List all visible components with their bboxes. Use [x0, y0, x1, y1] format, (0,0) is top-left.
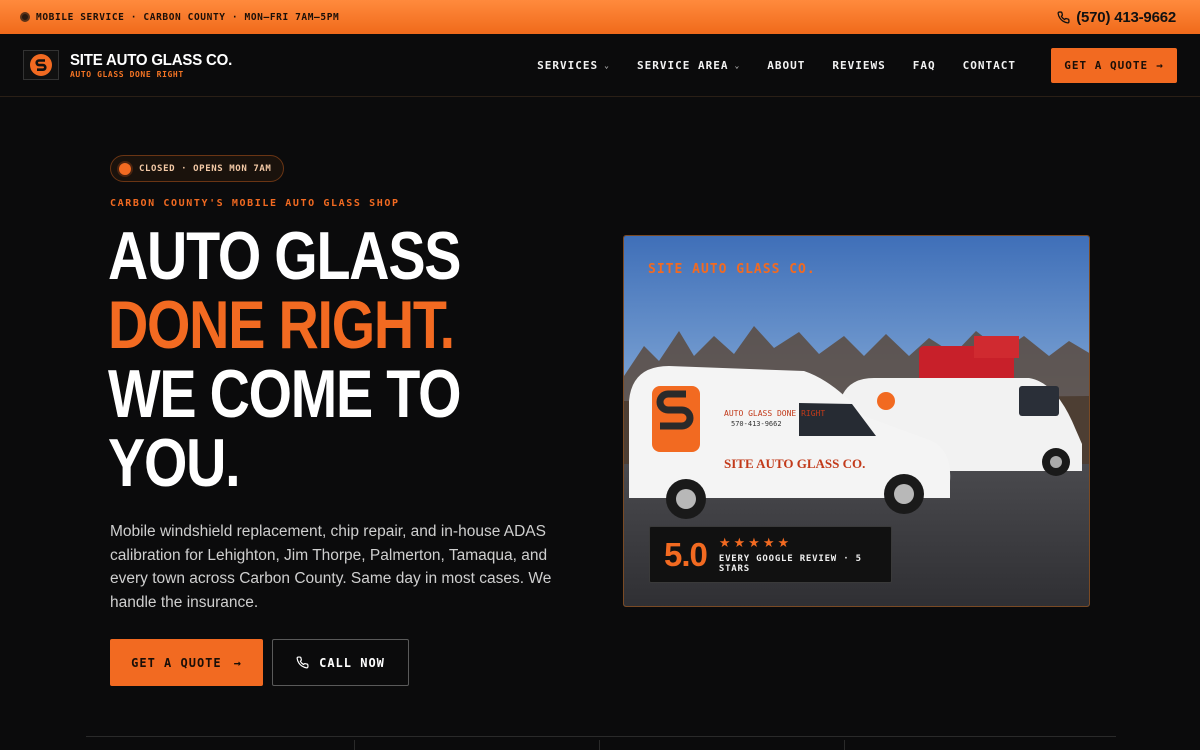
google-rating-card: 5.0 ★★★★★ EVERY GOOGLE REVIEW · 5 STARS: [649, 526, 892, 583]
headline-line-1: AUTO GLASS: [108, 218, 461, 294]
nav-get-quote-button[interactable]: GET A QUOTE →: [1051, 47, 1177, 83]
nav-item-services[interactable]: SERVICES ⌄: [537, 59, 610, 72]
van-panel-text: AUTO GLASS DONE RIGHT: [724, 409, 825, 418]
headline-line-3: WE COME TO YOU.: [108, 356, 461, 501]
stat-divider: [354, 740, 355, 750]
five-stars-icon: ★★★★★: [718, 535, 793, 550]
photo-overlay-label: SITE AUTO GLASS CO.: [648, 262, 816, 277]
nav-item-label: REVIEWS: [832, 58, 886, 72]
hero-eyebrow: CARBON COUNTY'S MOBILE AUTO GLASS SHOP: [110, 198, 400, 209]
rating-details: ★★★★★ EVERY GOOGLE REVIEW · 5 STARS: [719, 535, 877, 574]
van-brand-text: SITE AUTO GLASS CO.: [724, 456, 865, 471]
arrow-right-icon: →: [233, 655, 242, 670]
nav-item-faq[interactable]: FAQ: [913, 59, 936, 72]
call-now-button[interactable]: CALL NOW: [272, 639, 409, 686]
service-notice-text: MOBILE SERVICE · CARBON COUNTY · MON–FRI…: [36, 11, 340, 23]
nav-item-label: SERVICES: [537, 58, 599, 72]
call-now-label: CALL NOW: [319, 655, 385, 670]
service-notice: MOBILE SERVICE · CARBON COUNTY · MON–FRI…: [20, 12, 339, 23]
get-quote-label: GET A QUOTE: [131, 655, 222, 670]
section-divider: [86, 736, 1116, 737]
status-text: CLOSED · OPENS MON 7AM: [139, 163, 272, 174]
main-navigation: SITE AUTO GLASS CO. AUTO GLASS DONE RIGH…: [0, 34, 1200, 97]
rating-score: 5.0: [664, 535, 708, 573]
brand-block[interactable]: SITE AUTO GLASS CO. AUTO GLASS DONE RIGH…: [70, 51, 233, 79]
van-phone-text: 570-413-9662: [731, 420, 782, 428]
stat-divider: [844, 740, 845, 750]
topbar-phone-number: (570) 413-9662: [1076, 8, 1176, 26]
status-dot-icon: [20, 12, 30, 22]
headline-line-2: DONE RIGHT.: [108, 287, 455, 363]
nav-cta-label: GET A QUOTE: [1064, 58, 1149, 72]
nav-links: SERVICES ⌄ SERVICE AREA ⌄ ABOUT REVIEWS …: [537, 59, 1016, 72]
hero-description: Mobile windshield replacement, chip repa…: [110, 523, 552, 611]
nav-item-label: CONTACT: [962, 58, 1016, 72]
brand-name: SITE AUTO GLASS CO.: [70, 51, 233, 69]
phone-icon: [296, 656, 309, 669]
status-indicator-icon: [119, 162, 131, 175]
rating-caption: EVERY GOOGLE REVIEW · 5 STARS: [718, 554, 862, 574]
hero-headline: AUTO GLASS DONE RIGHT. WE COME TO YOU.: [108, 222, 493, 498]
nav-item-service-area[interactable]: SERVICE AREA ⌄: [637, 59, 740, 72]
nav-item-label: FAQ: [912, 58, 936, 72]
nav-item-label: SERVICE AREA: [636, 58, 729, 72]
phone-icon: [1057, 10, 1070, 24]
nav-item-contact[interactable]: CONTACT: [963, 59, 1016, 72]
nav-item-about[interactable]: ABOUT: [767, 59, 805, 72]
get-quote-button[interactable]: GET A QUOTE →: [110, 639, 263, 686]
chevron-down-icon: ⌄: [604, 60, 610, 70]
nav-item-label: ABOUT: [767, 58, 806, 72]
stat-divider: [599, 740, 600, 750]
brand-tagline: AUTO GLASS DONE RIGHT: [70, 69, 184, 79]
announcement-bar: MOBILE SERVICE · CARBON COUNTY · MON–FRI…: [0, 0, 1200, 34]
open-status-badge: CLOSED · OPENS MON 7AM: [110, 155, 285, 182]
nav-item-reviews[interactable]: REVIEWS: [832, 59, 885, 72]
topbar-phone-link[interactable]: (570) 413-9662: [1057, 9, 1176, 26]
chevron-down-icon: ⌄: [734, 60, 741, 70]
hero-van-photo: AUTO GLASS DONE RIGHT 570-413-9662 SITE …: [623, 235, 1090, 607]
arrow-right-icon: →: [1156, 58, 1164, 72]
logo-s-icon: [30, 54, 52, 76]
brand-logo[interactable]: [23, 50, 59, 80]
